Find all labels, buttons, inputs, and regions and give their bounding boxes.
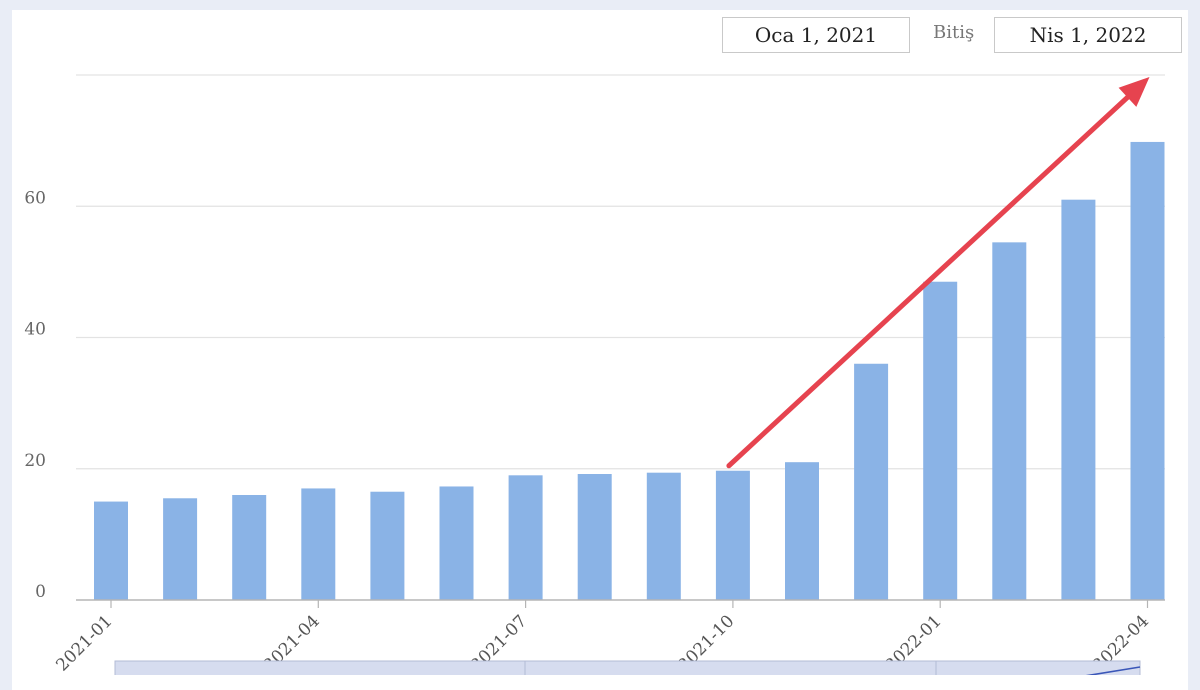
y-tick-label: 60 <box>24 188 46 208</box>
y-tick-label: 0 <box>35 582 46 602</box>
bar-2021-07 <box>508 475 543 600</box>
bar-2021-04 <box>301 488 336 600</box>
bar-2021-11 <box>785 462 819 600</box>
bar-2022-02 <box>992 242 1027 600</box>
end-date-label: Bitiş <box>933 22 975 43</box>
start-date-input[interactable]: Oca 1, 2021 <box>722 17 910 53</box>
y-tick-label: 20 <box>24 451 46 471</box>
bar-2021-08 <box>577 474 612 600</box>
bar-2021-10 <box>715 470 750 600</box>
navigator-range[interactable] <box>114 660 1141 675</box>
bar-2021-02 <box>163 498 198 600</box>
y-axis-ticks: 0 20 40 60 <box>24 188 46 602</box>
bar-2021-09 <box>646 472 681 600</box>
range-navigator[interactable] <box>114 660 1141 675</box>
y-tick-label: 40 <box>24 320 46 340</box>
bar-2021-06 <box>439 486 474 600</box>
end-date-input[interactable]: Nis 1, 2022 <box>994 17 1182 53</box>
bar-2022-03 <box>1061 199 1096 600</box>
bar-2021-03 <box>232 495 267 600</box>
bar-2021-12 <box>854 363 889 600</box>
bar-2022-04 <box>1130 141 1165 600</box>
bar-2021-05 <box>370 491 405 600</box>
bar-chart: 0204060 2021-01 2021-04 2021-07 2021-10 2022… <box>24 74 1165 675</box>
bar-2021-01 <box>94 501 128 600</box>
x-tick-label: 2021-01 <box>52 611 116 675</box>
bar-2022-01 <box>923 281 958 600</box>
